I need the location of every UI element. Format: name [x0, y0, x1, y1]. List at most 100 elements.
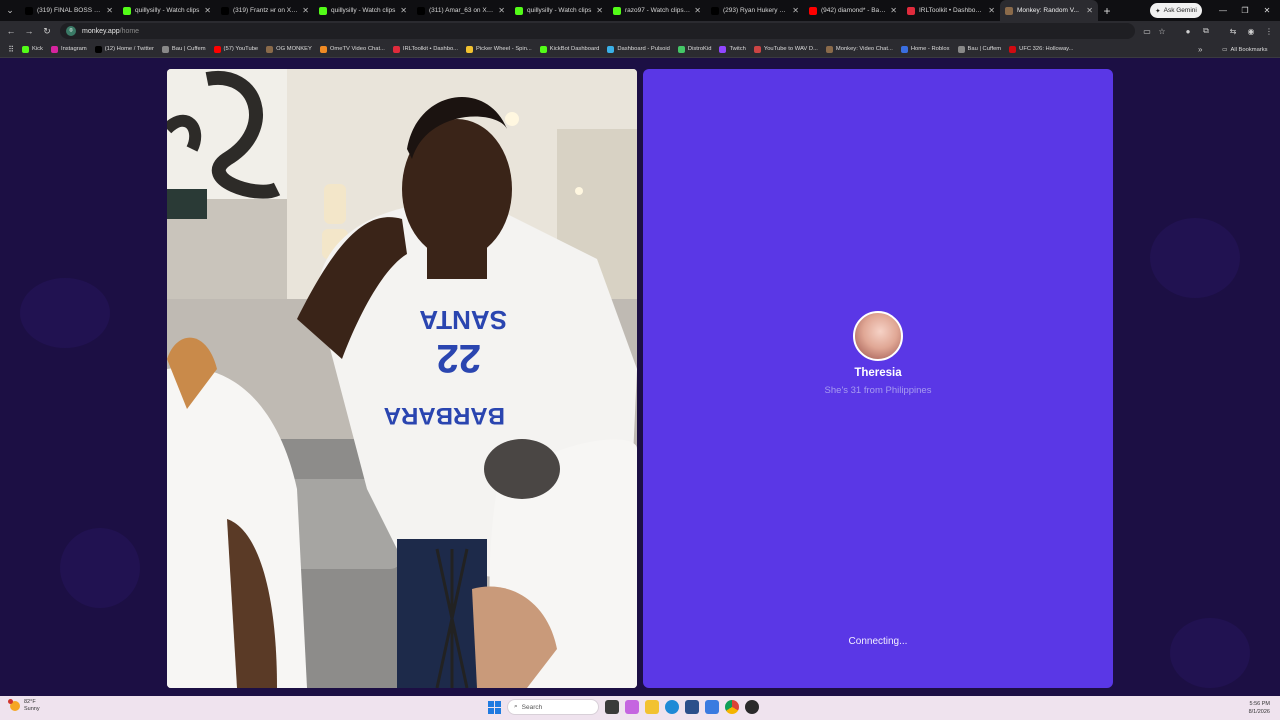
bookmark-item[interactable]: IRLToolkit • Dashbo... [389, 45, 462, 53]
bookmark-favicon-icon [266, 45, 274, 53]
browser-tab[interactable]: quillysilly - Watch clips ✕ [118, 0, 216, 21]
app-icon[interactable] [745, 700, 759, 714]
browser-tab[interactable]: quillysilly - Watch clips ✕ [510, 0, 608, 21]
tab-close-icon[interactable]: ✕ [1086, 6, 1093, 15]
profile-avatar[interactable]: ◉ [1244, 21, 1258, 41]
task-view-icon[interactable] [605, 700, 619, 714]
bookmark-item[interactable]: Home - Roblox [897, 45, 954, 53]
reload-icon[interactable]: ↻ [38, 21, 56, 41]
site-info-icon[interactable]: ⌾ [66, 26, 76, 36]
tab-close-icon[interactable]: ✕ [106, 6, 113, 15]
bookmark-item[interactable]: Kick [18, 45, 47, 53]
browser-tab[interactable]: (319) FINAL BOSS EN... ✕ [20, 0, 118, 21]
tab-close-icon[interactable]: ✕ [694, 6, 701, 15]
bookmark-label: Bau | Cuffem [171, 46, 206, 52]
background-doodle [1170, 618, 1250, 688]
bookmark-item[interactable]: (12) Home / Twitter [91, 45, 158, 53]
copilot-icon[interactable] [625, 700, 639, 714]
bookmark-item[interactable]: DistroKid [674, 45, 716, 53]
bookmark-item[interactable]: YouTube to WAV D... [750, 45, 822, 53]
extension-icon[interactable]: ● [1181, 21, 1195, 41]
all-bookmarks-button[interactable]: ▭ All Bookmarks [1222, 41, 1268, 58]
tab-search-icon[interactable]: ⌄ [0, 0, 20, 21]
tab-close-icon[interactable]: ✕ [400, 6, 407, 15]
local-video-frame: SANTA 22 BARBARA [167, 69, 637, 688]
bookmark-favicon-icon [466, 45, 474, 53]
bookmark-item[interactable]: Twitch [715, 45, 749, 53]
tab-title: (311) Amar_63 on X: "... [429, 7, 495, 14]
windows-start-icon[interactable] [488, 700, 501, 714]
mail-icon[interactable] [705, 700, 719, 714]
bookmark-item[interactable]: Instagram [47, 45, 91, 53]
browser-tab[interactable]: (293) Ryan Hukery on X... ✕ [706, 0, 804, 21]
bookmark-item[interactable]: Bau | Cuffem [158, 45, 210, 53]
bookmark-item[interactable]: Picker Wheel - Spin... [462, 45, 536, 53]
tab-close-icon[interactable]: ✕ [302, 6, 309, 15]
background-doodle [1150, 218, 1240, 298]
bookmark-item[interactable]: Monkey: Video Chat... [822, 45, 897, 53]
browser-tab[interactable]: quillysilly - Watch clips ✕ [314, 0, 412, 21]
forward-icon[interactable]: → [20, 21, 38, 41]
bookmark-favicon-icon [161, 45, 169, 53]
browser-tab[interactable]: (942) diamond* - Bada... ✕ [804, 0, 902, 21]
bookmark-label: YouTube to WAV D... [763, 46, 818, 52]
url-text[interactable]: monkey.app/home [82, 28, 139, 35]
tab-close-icon[interactable]: ✕ [498, 6, 505, 15]
kick-icon [515, 6, 523, 15]
bookmark-item[interactable]: KickBot Dashboard [536, 45, 604, 53]
svg-text:SANTA: SANTA [419, 305, 507, 335]
edge-icon[interactable] [665, 700, 679, 714]
tab-close-icon[interactable]: ✕ [792, 6, 799, 15]
bookmark-favicon-icon [677, 45, 685, 53]
temperature: 82°F [24, 699, 36, 705]
browser-tab[interactable]: IRLToolkit • Dashboard ✕ [902, 0, 1000, 21]
browser-tab[interactable]: razo97 - Watch clips on... ✕ [608, 0, 706, 21]
bookmark-label: UFC 326: Holloway... [1019, 46, 1074, 52]
sidepanel-icon[interactable]: ⇆ [1226, 21, 1240, 41]
tab-close-icon[interactable]: ✕ [890, 6, 897, 15]
address-bar[interactable]: ⌾ monkey.app/home [60, 23, 1135, 39]
apps-grid-icon[interactable]: ⠿ [4, 45, 18, 54]
all-bookmarks-label: All Bookmarks [1230, 46, 1268, 53]
browser-tab[interactable]: (319) Frantz нr on X: "... ✕ [216, 0, 314, 21]
folder-icon: ▭ [1222, 46, 1228, 53]
menu-icon[interactable]: ⋮ [1262, 21, 1276, 41]
ask-gemini-button[interactable]: ✦ Ask Gemini [1150, 3, 1202, 18]
taskbar-search[interactable]: ⌕ Search [507, 699, 599, 715]
minimize-icon[interactable]: — [1212, 0, 1234, 21]
tab-close-icon[interactable]: ✕ [596, 6, 603, 15]
back-icon[interactable]: ← [2, 21, 20, 41]
extensions-puzzle-icon[interactable]: ⧉ [1199, 21, 1213, 41]
system-clock[interactable]: 5:56 PM 8/1/2026 [1238, 700, 1270, 716]
bookmark-favicon-icon [719, 45, 727, 53]
kick-icon [123, 6, 131, 15]
bookmark-label: Instagram [60, 46, 87, 52]
bookmark-item[interactable]: OmeTV Video Chat... [316, 45, 389, 53]
bookmark-item[interactable]: OG MONKEY [262, 45, 316, 53]
browser-tab[interactable]: (311) Amar_63 on X: "... ✕ [412, 0, 510, 21]
chrome-icon[interactable] [725, 700, 739, 714]
bookmark-label: OG MONKEY [276, 46, 312, 52]
close-window-icon[interactable]: ✕ [1256, 0, 1278, 21]
bookmark-item[interactable]: Dashboard - Pulsoid [603, 45, 674, 53]
bookmark-item[interactable]: Bau | Cuffem [954, 45, 1006, 53]
tab-title: razo97 - Watch clips on... [625, 7, 690, 14]
bookmark-item[interactable]: (57) YouTube [210, 45, 263, 53]
tab-close-icon[interactable]: ✕ [204, 6, 211, 15]
bookmark-item[interactable]: UFC 326: Holloway... [1005, 45, 1077, 53]
weather-widget[interactable]: 82°F Sunny [8, 699, 40, 713]
tab-close-icon[interactable]: ✕ [988, 6, 995, 15]
kick-icon [319, 6, 327, 15]
browser-tab[interactable]: Monkey: Random V... ✕ [1000, 0, 1098, 21]
bookmark-star-icon[interactable]: ☆ [1155, 21, 1169, 41]
bookmark-favicon-icon [825, 45, 833, 53]
store-icon[interactable] [685, 700, 699, 714]
search-icon: ⌕ [514, 703, 518, 710]
file-explorer-icon[interactable] [645, 700, 659, 714]
new-tab-button[interactable]: + [1098, 4, 1116, 18]
irltoolkit-icon [907, 6, 915, 15]
cast-icon[interactable]: ▭ [1140, 21, 1154, 41]
bookmark-favicon-icon [319, 45, 327, 53]
restore-icon[interactable]: ❐ [1234, 0, 1256, 21]
bookmarks-overflow-icon[interactable]: » [1198, 41, 1202, 58]
